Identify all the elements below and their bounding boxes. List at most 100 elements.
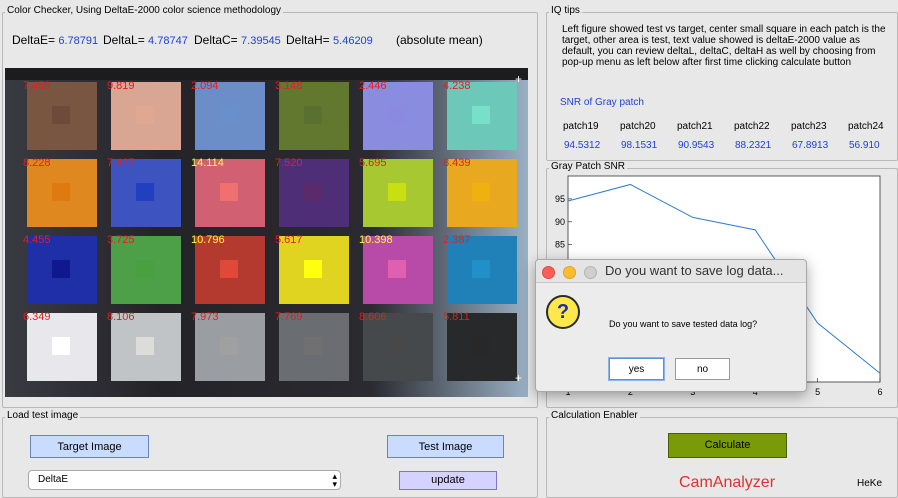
target-square [472,260,490,278]
patch-delta-value: 5.811 [443,311,470,323]
delta-h-label: DeltaH= [286,33,330,47]
close-window-icon[interactable] [542,266,555,279]
target-square [304,337,322,355]
update-button[interactable]: update [399,471,497,490]
target-square [304,260,322,278]
target-square [472,106,490,124]
delta-e-label: DeltaE= [12,33,56,47]
author-label: HeKe [857,478,883,489]
patch-delta-value: 10.796 [191,234,225,246]
delta-type-dropdown[interactable]: DeltaE ▴ ▾ [28,470,341,490]
snr-patch-value: 88.2321 [735,140,772,151]
patch-delta-value: 7.427 [107,157,135,169]
minimize-window-icon[interactable] [563,266,576,279]
iq-tips-text: Left figure showed test vs target, cente… [562,24,886,68]
snr-patch-header: patch24 [848,121,884,132]
delta-e-metric: DeltaE= 6.78791 [12,33,98,47]
color-patch: 5.811 [443,311,517,381]
yes-button[interactable]: yes [609,358,664,380]
color-patch: 8.228 [23,157,97,227]
patch-delta-value: 7.459 [23,80,51,92]
patch-delta-value: 5.617 [275,234,303,246]
delta-h-value: 5.46209 [333,35,373,47]
checker-top-strip [5,68,528,80]
snr-patch-value: 90.9543 [678,140,715,151]
target-square [472,183,490,201]
iq-tips-title: IQ tips [549,5,582,16]
crosshair-top-icon: + [514,72,522,86]
target-square [136,337,154,355]
snr-patch-value: 67.8913 [792,140,829,151]
snr-patch-header: patch22 [734,121,770,132]
target-square [388,337,406,355]
color-patch: 2.387 [443,234,517,304]
question-icon: ? [546,295,580,329]
dialog-message: Do you want to save tested data log? [609,319,758,329]
y-tick-label: 90 [555,217,565,227]
color-patch: 7.427 [107,157,181,227]
snr-patch-value: 94.5312 [564,140,601,151]
calculate-button[interactable]: Calculate [668,433,787,458]
patch-delta-value: 5.695 [359,157,387,169]
patch-delta-value: 7.973 [191,311,219,323]
snr-gray-patch-label: SNR of Gray patch [560,97,644,108]
patch-delta-value: 14.114 [191,157,224,169]
target-square [52,260,70,278]
color-checker-title: Color Checker, Using DeltaE-2000 color s… [5,5,284,16]
patch-delta-value: 8.606 [359,311,387,323]
patch-delta-value: 10.398 [359,234,393,246]
target-square [220,260,238,278]
color-patch: 7.973 [191,311,265,381]
calculation-enabler-title: Calculation Enabler [549,410,640,421]
target-square [220,183,238,201]
delta-e-value: 6.78791 [58,35,99,47]
dialog-titlebar: Do you want to save log data... [536,260,806,283]
dialog-title: Do you want to save log data... [605,263,784,278]
load-test-image-title: Load test image [5,410,81,421]
color-patch: 7.459 [23,80,97,150]
color-patch: 4.455 [23,234,97,304]
target-square [136,260,154,278]
target-square [52,183,70,201]
target-square [472,337,490,355]
x-tick-label: 5 [815,387,820,397]
crosshair-bottom-icon: + [514,371,522,385]
snr-patch-header: patch23 [791,121,827,132]
delta-c-label: DeltaC= [194,33,238,47]
color-patch: 10.796 [191,234,265,304]
color-patch: 7.520 [275,157,349,227]
y-tick-label: 85 [555,240,565,250]
color-patch: 4.238 [443,80,517,150]
patch-delta-value: 4.238 [443,80,471,92]
color-patch: 10.398 [359,234,433,304]
patch-delta-value: 6.349 [23,311,51,323]
delta-l-metric: DeltaL= 4.78747 [103,33,188,47]
color-checker-image: 7.459 9.819 2.094 3.148 2.446 4.238 8.228 7.427… [5,68,528,397]
delta-c-metric: DeltaC= 7.39545 [194,33,281,47]
color-patch: 3.148 [275,80,349,150]
patch-delta-value: 7.769 [275,311,303,323]
patch-delta-value: 4.455 [23,234,51,246]
snr-patch-header: patch21 [677,121,713,132]
patch-delta-value: 8.228 [23,157,51,169]
delta-c-value: 7.39545 [241,35,281,47]
no-button[interactable]: no [675,358,730,380]
snr-patch-header: patch20 [620,121,656,132]
delta-l-label: DeltaL= [103,33,145,47]
patch-delta-value: 3.148 [275,80,303,92]
dropdown-arrows-icon: ▴ ▾ [332,471,337,489]
color-patch: 2.446 [359,80,433,150]
patch-delta-value: 2.446 [359,80,387,92]
color-patch: 8.106 [107,311,181,381]
target-square [388,260,406,278]
zoom-window-icon[interactable] [584,266,597,279]
patch-delta-value: 8.106 [107,311,135,323]
color-patch: 6.349 [23,311,97,381]
target-square [52,337,70,355]
test-image-button[interactable]: Test Image [387,435,504,458]
target-square [304,183,322,201]
patch-delta-value: 9.819 [107,80,135,92]
target-image-button[interactable]: Target Image [30,435,149,458]
y-tick-label: 95 [555,194,565,204]
color-patch: 14.114 [191,157,265,227]
